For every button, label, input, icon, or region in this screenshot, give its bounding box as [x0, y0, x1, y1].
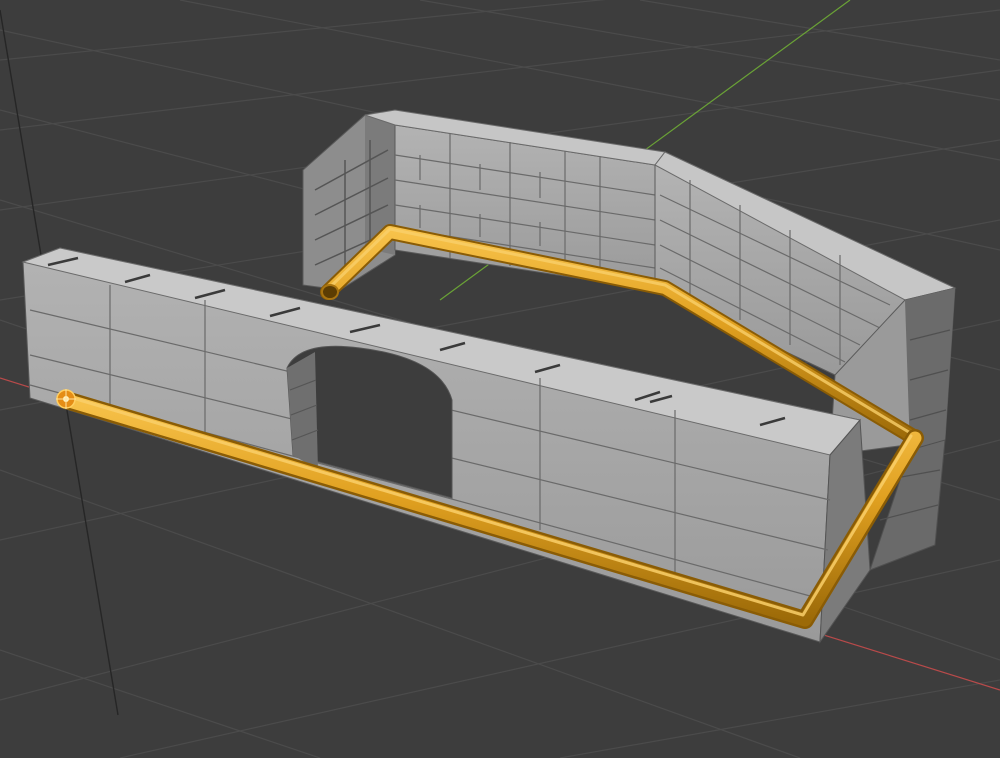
3d-viewport[interactable]: [0, 0, 1000, 758]
viewport-canvas[interactable]: [0, 0, 1000, 758]
